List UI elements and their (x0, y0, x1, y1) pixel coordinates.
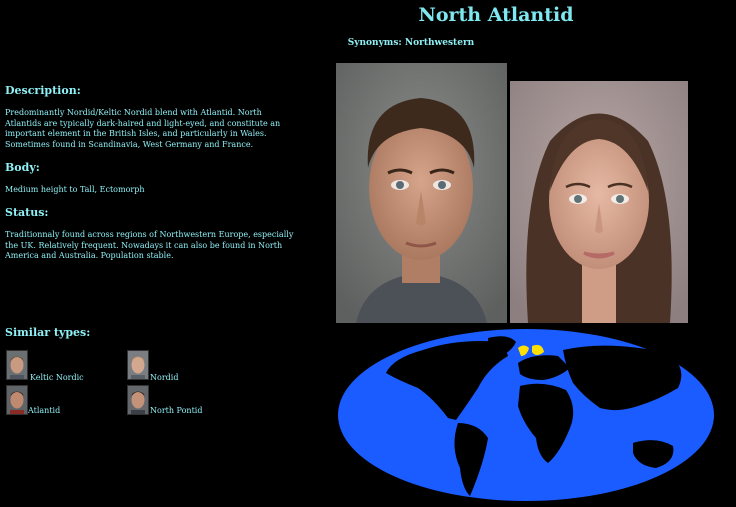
synonyms-text: Synonyms: Northwestern (347, 38, 475, 48)
atlantid-thumbnail[interactable] (6, 385, 28, 415)
page-title: North Atlantid (418, 4, 574, 26)
description-text: Predominantly Nordid/Keltic Nordid blend… (5, 108, 281, 149)
nordid-thumbnail[interactable] (127, 350, 149, 380)
similar-types-heading: Similar types: (5, 326, 91, 339)
status-heading: Status: (5, 206, 49, 219)
keltic-nordic-link[interactable]: Keltic Nordic (30, 373, 84, 382)
north-pontid-thumbnail[interactable] (127, 385, 149, 415)
description-heading: Description: (5, 84, 81, 97)
north-pontid-link[interactable]: North Pontid (150, 406, 202, 415)
status-text: Traditionnaly found across regions of No… (5, 230, 294, 260)
body-text: Medium height to Tall, Ectomorph (5, 185, 145, 194)
body-heading: Body: (5, 161, 40, 174)
nordid-link[interactable]: Nordid (150, 373, 178, 382)
atlantid-link[interactable]: Atlantid (28, 406, 60, 415)
male-composite-photo (336, 63, 507, 323)
keltic-nordic-thumbnail[interactable] (6, 350, 28, 380)
female-composite-photo (510, 81, 688, 323)
world-distribution-map (338, 328, 718, 507)
